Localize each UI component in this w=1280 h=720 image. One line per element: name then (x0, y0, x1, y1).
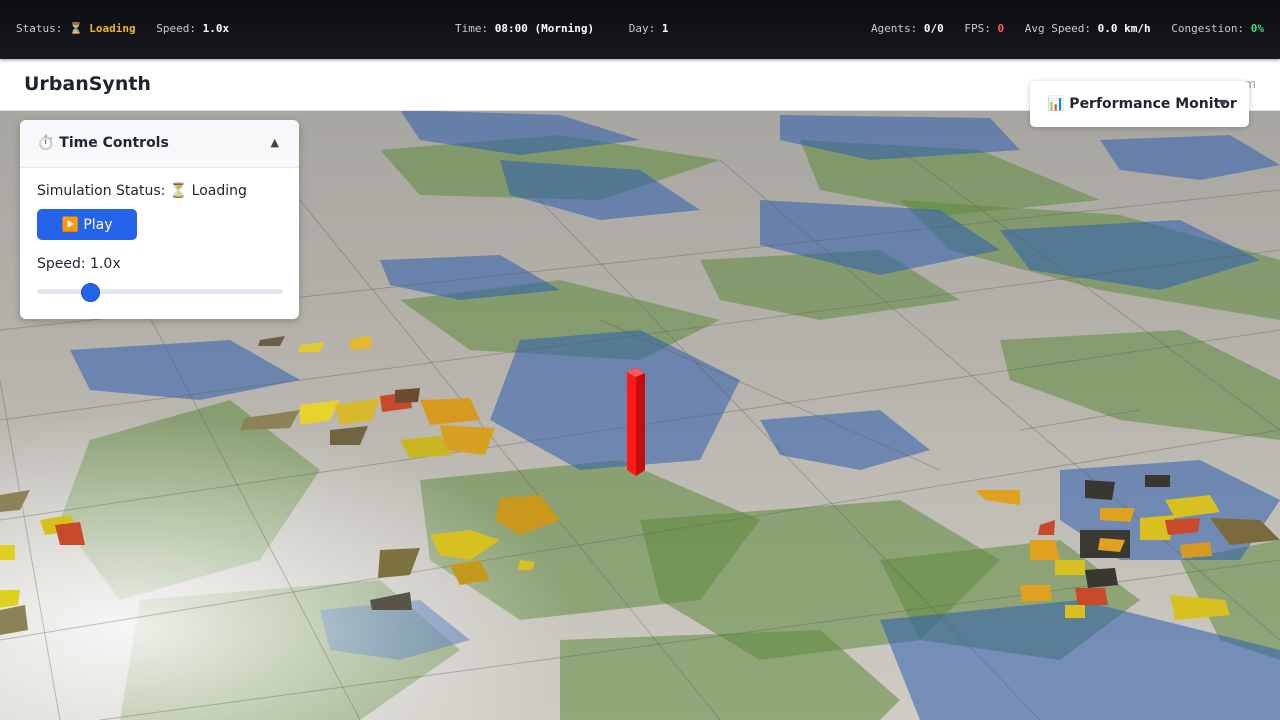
agents-value: 0/0 (923, 22, 944, 35)
expand-chevron-down-icon[interactable]: ▼ (1219, 97, 1227, 110)
speed-label: Speed: (156, 22, 197, 35)
app-root: Status: ⏳ Loading Speed: 1.0x Time: 08:0… (0, 0, 1280, 720)
fps-label: FPS: (964, 22, 991, 35)
performance-monitor-title: 📊 Performance Monitor (1047, 96, 1237, 112)
status-left-group: Status: ⏳ Loading Speed: 1.0x (16, 22, 243, 35)
play-button[interactable]: ▶️ Play (37, 209, 137, 240)
speed-text: Speed: 1.0x (37, 256, 121, 272)
agents-label: Agents: (870, 22, 918, 35)
status-bar: Status: ⏳ Loading Speed: 1.0x Time: 08:0… (0, 0, 1280, 59)
congestion-value: 0% (1250, 22, 1264, 35)
simulation-status-text: Simulation Status: ⏳ Loading (37, 183, 247, 199)
time-value: 08:00 (Morning) (494, 22, 595, 35)
speed-value: 1.0x (202, 22, 230, 35)
day-value: 1 (661, 22, 669, 35)
congestion-label: Congestion: (1171, 22, 1245, 35)
status-center-group: Time: 08:00 (Morning) Day: 1 (455, 22, 682, 35)
time-controls-title: ⏱️ Time Controls (37, 135, 169, 151)
app-title: UrbanSynth (24, 73, 151, 95)
status-value: ⏳ Loading (68, 22, 136, 35)
avg-speed-label: Avg Speed: (1024, 22, 1092, 35)
status-label: Status: (16, 22, 63, 35)
time-controls-header[interactable]: ⏱️ Time Controls ▲ (20, 120, 299, 168)
fps-value: 0 (997, 22, 1005, 35)
avg-speed-value: 0.0 km/h (1097, 22, 1151, 35)
speed-slider-track[interactable] (37, 289, 283, 294)
performance-monitor-panel[interactable]: 📊 Performance Monitor ▼ (1030, 81, 1249, 127)
time-label: Time: (455, 22, 489, 35)
selected-agent-marker[interactable] (627, 368, 645, 476)
collapse-chevron-up-icon[interactable]: ▲ (271, 136, 279, 149)
speed-slider-thumb[interactable] (80, 283, 100, 302)
day-label: Day: (628, 22, 656, 35)
time-controls-panel: ⏱️ Time Controls ▲ Simulation Status: ⏳ … (20, 120, 299, 319)
status-right-group: Agents: 0/0 FPS: 0 Avg Speed: 0.0 km/h C… (871, 22, 1278, 35)
